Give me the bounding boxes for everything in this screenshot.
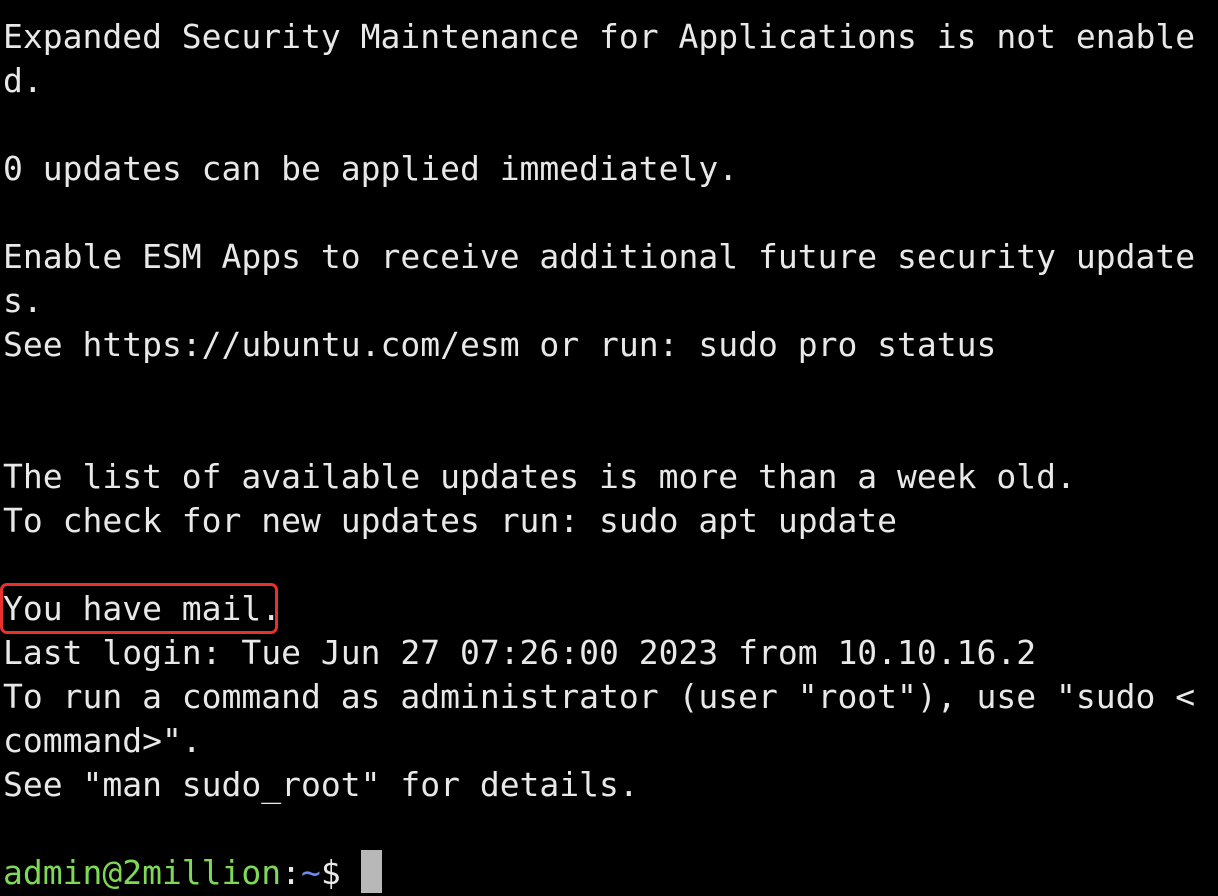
mail-notice-line: You have mail. [3, 589, 282, 628]
motd-updates-line: 0 updates can be applied immediately. [3, 149, 739, 188]
motd-apt-update-line: To check for new updates run: sudo apt u… [3, 501, 898, 540]
sudo-hint-line-1: To run a command as administrator (user … [3, 677, 1196, 716]
terminal-cursor[interactable] [361, 850, 382, 893]
motd-esm-link-line: See https://ubuntu.com/esm or run: sudo … [3, 325, 997, 364]
last-login-line: Last login: Tue Jun 27 07:26:00 2023 fro… [3, 633, 1037, 672]
sudo-hint-line-2: command>". [3, 721, 202, 760]
motd-esm-apps-line-2: s. [3, 281, 43, 320]
motd-esm-line-1: Expanded Security Maintenance for Applic… [3, 17, 1196, 56]
motd-stale-updates-line: The list of available updates is more th… [3, 457, 1076, 496]
prompt-separator: : [281, 853, 302, 892]
man-sudo-root-line: See "man sudo_root" for details. [3, 765, 639, 804]
terminal-window[interactable]: Expanded Security Maintenance for Applic… [0, 0, 1218, 896]
motd-esm-apps-line-1: Enable ESM Apps to receive additional fu… [3, 237, 1196, 276]
motd-esm-line-2: d. [3, 61, 43, 100]
shell-prompt[interactable]: admin@2million:~$ [3, 851, 361, 895]
prompt-symbol: $ [320, 853, 361, 892]
prompt-user-host: admin@2million [3, 853, 282, 892]
prompt-path: ~ [301, 853, 321, 892]
